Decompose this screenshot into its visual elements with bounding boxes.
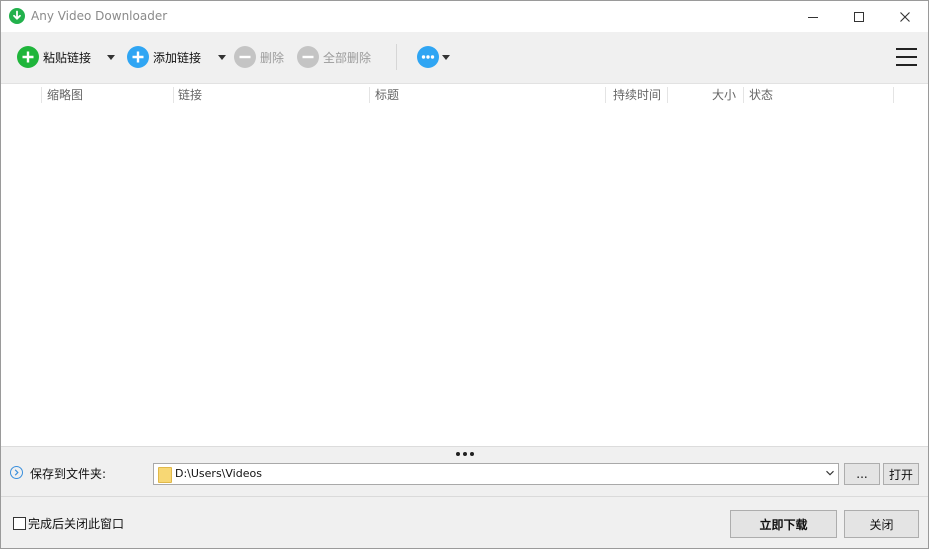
splitter-grip-icon [470,452,474,456]
maximize-button[interactable] [836,1,882,32]
splitter-grip-icon [463,452,467,456]
download-list[interactable]: 缩略图 链接 标题 持续时间 大小 状态 [1,84,928,446]
toolbar: 粘贴链接 添加链接 删除 全部删除 [1,32,928,84]
chevron-down-icon[interactable] [825,468,835,478]
download-arrow-icon [9,8,25,24]
minimize-icon [808,16,818,18]
minimize-button[interactable] [790,1,836,32]
column-divider[interactable] [743,87,744,103]
close-icon [900,11,910,22]
add-link-button[interactable]: 添加链接 [127,45,201,69]
paste-link-label: 粘贴链接 [43,50,92,65]
save-folder-label: 保存到文件夹: [30,467,107,481]
column-header-thumbnail[interactable]: 缩略图 [47,84,83,106]
chevron-right-circle-icon[interactable] [10,466,23,479]
column-header-status[interactable]: 状态 [749,84,773,106]
column-divider[interactable] [605,87,606,103]
window-title: Any Video Downloader [31,9,168,23]
app-window: Any Video Downloader 粘贴链接 添加链接 删除 全部删除 缩… [0,0,929,549]
splitter-grip-icon [456,452,460,456]
browse-folder-button[interactable]: ... [844,463,880,485]
close-after-checkbox[interactable] [13,517,26,530]
column-divider[interactable] [893,87,894,103]
column-header-size[interactable]: 大小 [712,84,736,106]
close-after-label[interactable]: 完成后关闭此窗口 [28,515,124,532]
add-link-label: 添加链接 [153,50,202,65]
add-link-dropdown-icon[interactable] [218,55,226,60]
minus-circle-icon [297,46,319,68]
column-divider[interactable] [41,87,42,103]
delete-button[interactable]: 删除 [234,45,284,69]
delete-all-button[interactable]: 全部删除 [297,45,371,69]
column-divider[interactable] [173,87,174,103]
footer-bar: 完成后关闭此窗口 立即下载 关闭 [1,497,928,548]
plus-circle-icon [17,46,39,68]
save-folder-path: D:\Users\Videos [175,467,262,480]
save-folder-combobox[interactable]: D:\Users\Videos [153,463,839,485]
toolbar-divider [396,44,397,70]
title-bar: Any Video Downloader [1,1,928,32]
maximize-icon [854,11,864,22]
minus-circle-icon [234,46,256,68]
close-button[interactable]: 关闭 [844,510,919,538]
column-header-title[interactable]: 标题 [375,84,399,106]
download-now-button[interactable]: 立即下载 [730,510,837,538]
open-folder-button[interactable]: 打开 [883,463,919,485]
ellipsis-circle-icon [417,46,439,68]
more-options-dropdown-icon[interactable] [442,55,450,60]
plus-circle-icon [127,46,149,68]
column-header-link[interactable]: 链接 [178,84,202,106]
column-divider[interactable] [369,87,370,103]
folder-icon [158,467,172,483]
hamburger-menu-icon[interactable] [896,48,917,66]
delete-label: 删除 [260,50,285,65]
paste-link-dropdown-icon[interactable] [107,55,115,60]
delete-all-label: 全部删除 [323,50,372,65]
column-divider[interactable] [667,87,668,103]
save-folder-row: 保存到文件夹: D:\Users\Videos ... 打开 [1,458,928,497]
paste-link-button[interactable]: 粘贴链接 [17,45,91,69]
column-header-duration[interactable]: 持续时间 [613,84,661,106]
close-window-button[interactable] [882,1,928,32]
more-options-button[interactable] [417,45,439,69]
